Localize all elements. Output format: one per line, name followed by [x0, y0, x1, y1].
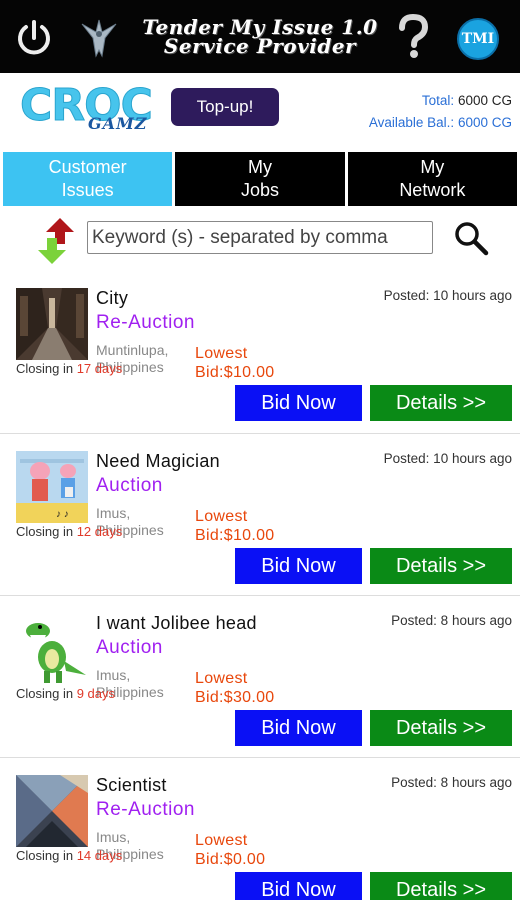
details-button[interactable]: Details >> [370, 385, 512, 421]
available-balance: Available Bal.: 6000 CG [369, 112, 512, 134]
balance-panel: Total: 6000 CG Available Bal.: 6000 CG [369, 90, 512, 134]
abstract-geometric-image [16, 775, 88, 847]
sort-arrows-icon[interactable] [38, 218, 76, 264]
green-dinosaur-image [16, 613, 88, 685]
posted-time: Posted: 8 hours ago [391, 613, 512, 628]
auction-type: Re-Auction [96, 312, 195, 333]
tab-label-line2: Issues [61, 180, 114, 200]
closing-info: Closing in 12 days [16, 524, 122, 539]
location-line1: Imus, [96, 505, 131, 521]
tab-label-line1: Customer [48, 157, 127, 177]
topup-button[interactable]: Top-up! [171, 88, 279, 126]
crocgamz-logo: CROC GAMZ [20, 80, 170, 136]
closing-prefix: Closing in [16, 686, 77, 701]
closing-prefix: Closing in [16, 361, 77, 376]
item-title[interactable]: I want Jolibee head [96, 613, 257, 634]
tab-bar: Customer Issues My Jobs My Network [3, 152, 517, 206]
tab-label-line1: My [420, 157, 445, 177]
lowest-bid-value: Bid:$10.00 [195, 364, 275, 381]
closing-days: 14 days [76, 848, 123, 863]
lowest-bid-value: Bid:$0.00 [195, 851, 266, 868]
closing-info: Closing in 9 days [16, 686, 115, 701]
total-label: Total: [421, 93, 455, 108]
tab-my-network[interactable]: My Network [347, 152, 517, 206]
lowest-bid-label: Lowest [195, 670, 248, 687]
closing-prefix: Closing in [16, 848, 77, 863]
lowest-bid-label: Lowest [195, 508, 248, 525]
tab-label-line1: My [247, 157, 272, 177]
closing-days: 17 days [76, 361, 123, 376]
bid-now-button[interactable]: Bid Now [235, 710, 362, 746]
bird-logo-icon [81, 19, 117, 58]
lowest-bid-label: Lowest [195, 832, 248, 849]
location-line1: Muntinlupa, [96, 342, 169, 358]
location-line1: Imus, [96, 667, 131, 683]
auction-type: Auction [96, 637, 163, 658]
lowest-bid-value: Bid:$10.00 [195, 527, 275, 544]
bid-now-button[interactable]: Bid Now [235, 385, 362, 421]
tab-my-jobs[interactable]: My Jobs [175, 152, 345, 206]
closing-prefix: Closing in [16, 524, 77, 539]
city-street-photo [16, 288, 88, 360]
tab-customer-issues[interactable]: Customer Issues [3, 152, 173, 206]
app-title: Tender My Issue 1.0 Service Provider [140, 17, 380, 58]
cartoon-pig-image: ♪ ♪ [16, 451, 88, 523]
question-icon[interactable] [396, 14, 430, 60]
magnifier-icon[interactable] [453, 220, 489, 256]
top-bar: Tender My Issue 1.0 Service Provider TMI [0, 0, 520, 73]
lowest-bid: Lowest Bid:$10.00 [195, 344, 275, 382]
power-icon[interactable] [14, 18, 54, 58]
item-title[interactable]: Need Magician [96, 451, 220, 472]
closing-info: Closing in 14 days [16, 848, 122, 863]
tmi-badge-icon[interactable]: TMI [457, 18, 499, 60]
list-item: City Re-Auction Posted: 10 hours ago Mun… [0, 271, 520, 433]
lowest-bid: Lowest Bid:$10.00 [195, 507, 275, 545]
lowest-bid-label: Lowest [195, 345, 248, 362]
lowest-bid-value: Bid:$30.00 [195, 689, 275, 706]
lowest-bid: Lowest Bid:$30.00 [195, 669, 275, 707]
bid-now-button[interactable]: Bid Now [235, 872, 362, 900]
bid-now-button[interactable]: Bid Now [235, 548, 362, 584]
available-label: Available Bal.: [368, 115, 455, 130]
details-button[interactable]: Details >> [370, 872, 512, 900]
closing-days: 9 days [76, 686, 116, 701]
issue-list: City Re-Auction Posted: 10 hours ago Mun… [0, 271, 520, 900]
list-item: Scientist Re-Auction Posted: 8 hours ago… [0, 757, 520, 900]
list-item: I want Jolibee head Auction Posted: 8 ho… [0, 595, 520, 757]
item-title[interactable]: Scientist [96, 775, 167, 796]
keyword-search-input[interactable] [87, 221, 433, 254]
tab-label-line2: Network [399, 180, 466, 200]
list-item: ♪ ♪ Need Magician Auction Posted: 10 hou… [0, 433, 520, 595]
auction-type: Auction [96, 475, 163, 496]
available-value: 6000 CG [457, 115, 512, 130]
app-title-line2: Service Provider [163, 34, 357, 58]
item-title[interactable]: City [96, 288, 128, 309]
total-value: 6000 CG [457, 93, 512, 108]
total-balance: Total: 6000 CG [369, 90, 512, 112]
posted-time: Posted: 10 hours ago [383, 451, 512, 466]
tab-label-line2: Jobs [240, 180, 279, 200]
location-line1: Imus, [96, 829, 131, 845]
auction-type: Re-Auction [96, 799, 195, 820]
svg-text:♪ ♪: ♪ ♪ [56, 509, 69, 520]
details-button[interactable]: Details >> [370, 548, 512, 584]
details-button[interactable]: Details >> [370, 710, 512, 746]
lowest-bid: Lowest Bid:$0.00 [195, 831, 265, 869]
closing-info: Closing in 17 days [16, 361, 122, 376]
closing-days: 12 days [76, 524, 123, 539]
posted-time: Posted: 10 hours ago [383, 288, 512, 303]
posted-time: Posted: 8 hours ago [391, 775, 512, 790]
logo-sub-text: GAMZ [88, 114, 148, 133]
